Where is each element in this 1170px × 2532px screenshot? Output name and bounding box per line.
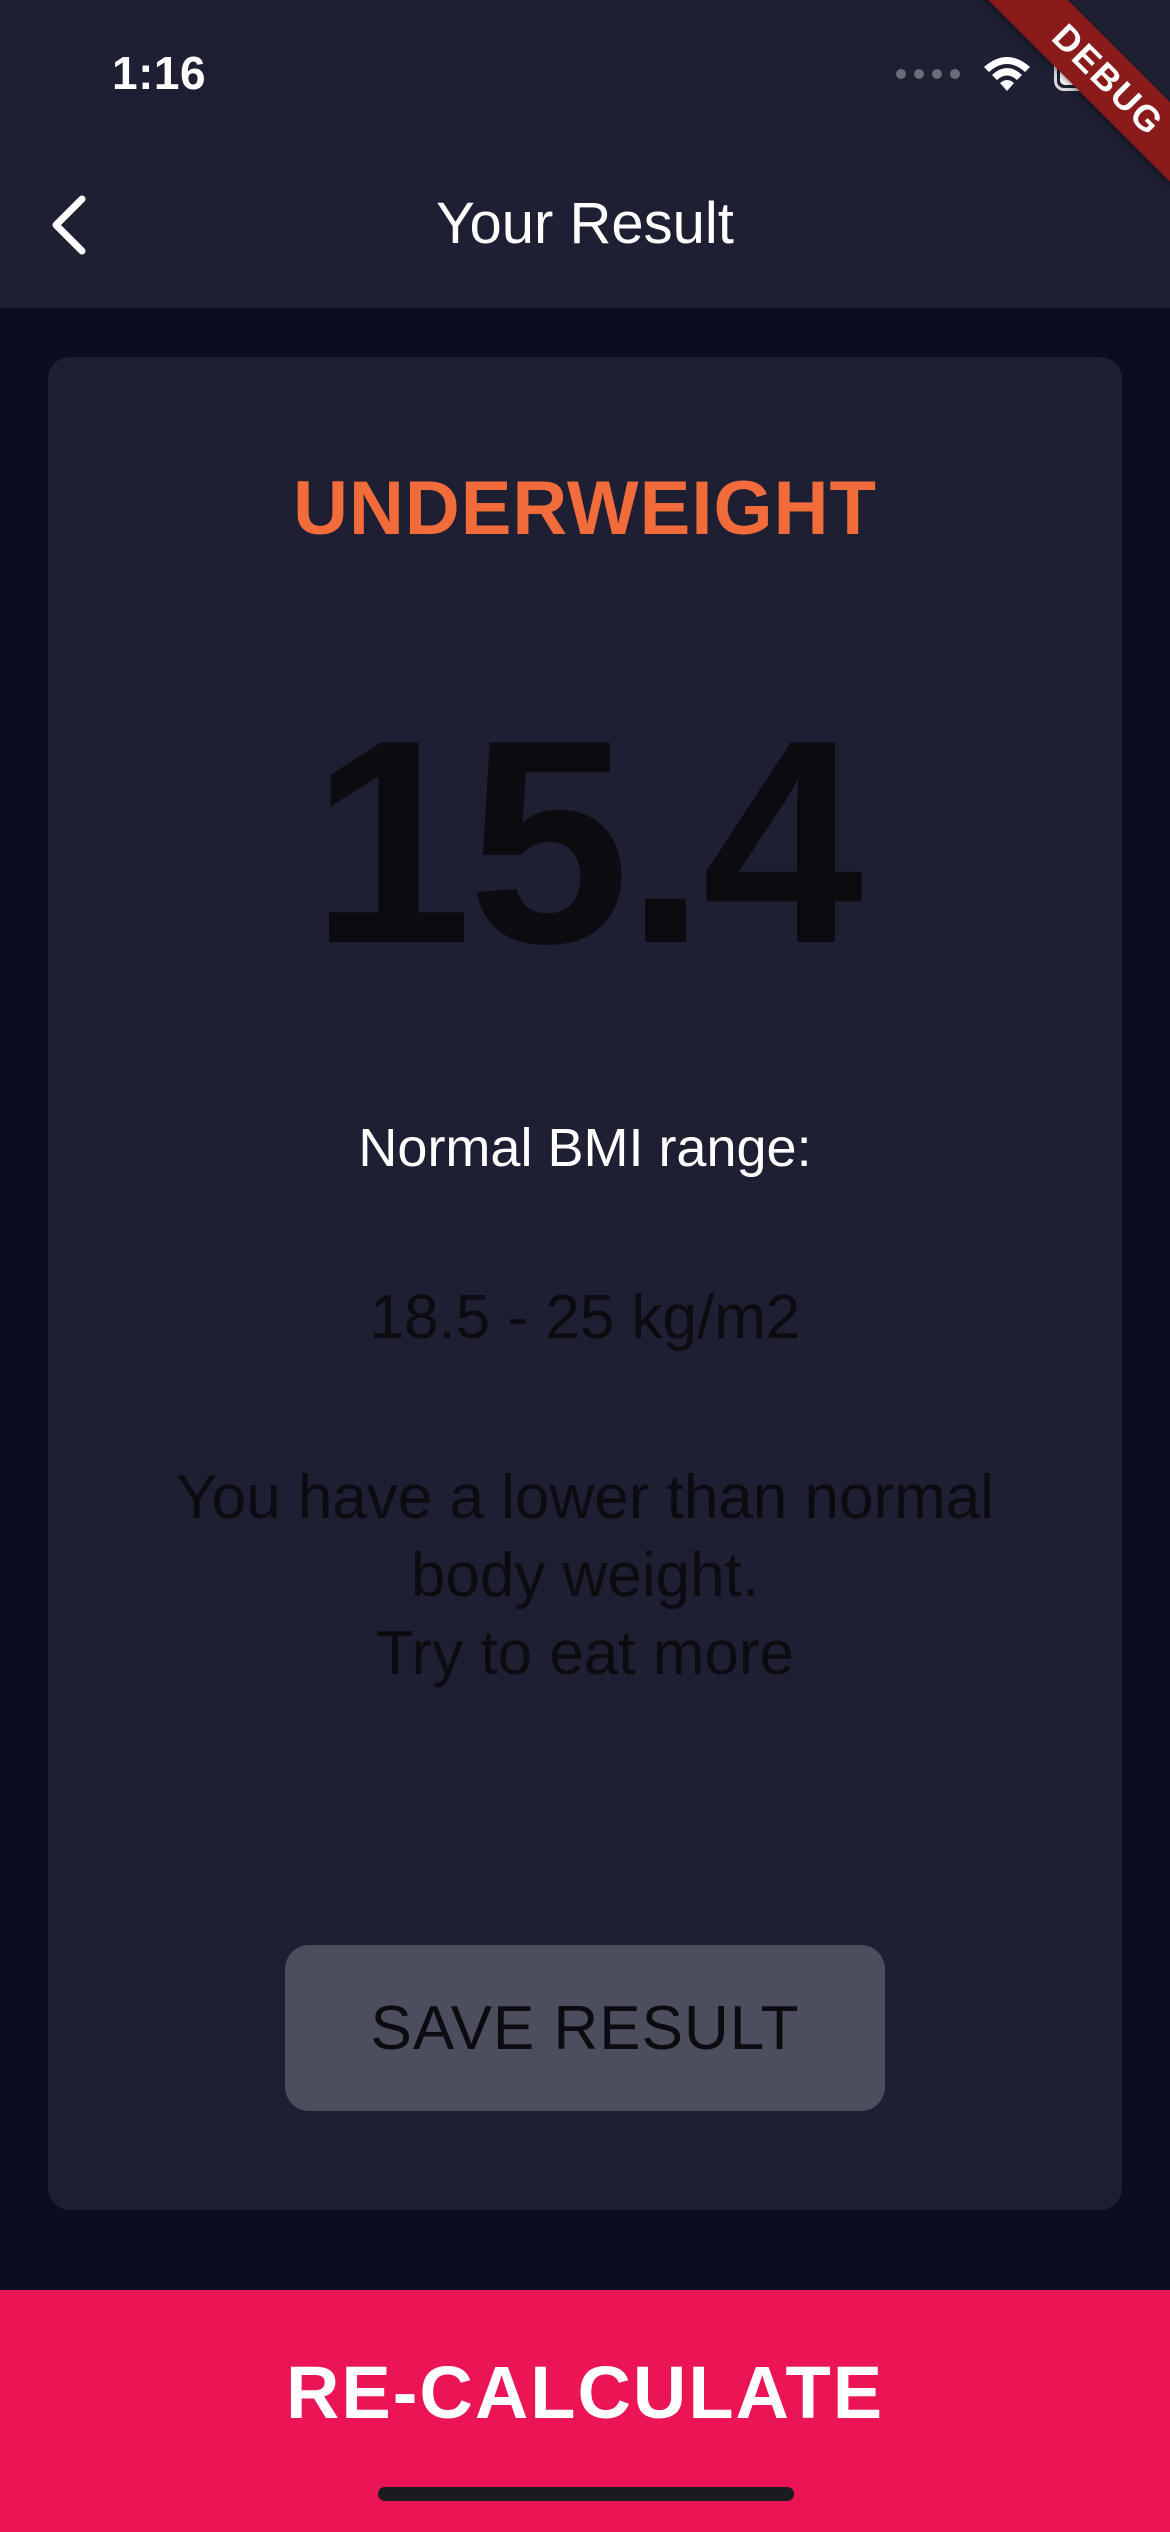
normal-range-value: 18.5 - 25 kg/m2 xyxy=(369,1283,801,1352)
home-indicator[interactable] xyxy=(378,2487,794,2501)
recalculate-label: RE-CALCULATE xyxy=(285,2351,885,2434)
normal-range-label: Normal BMI range: xyxy=(358,1118,812,1178)
app-header: 1:16 DEBUG Your Result xyxy=(0,0,1170,308)
advice-text: You have a lower than normal body weight… xyxy=(175,1463,995,1688)
result-card: UNDERWEIGHT 15.4 Normal BMI range: 18.5 … xyxy=(48,357,1122,2210)
page-title: Your Result xyxy=(436,191,734,256)
result-screen: 1:16 DEBUG Your Result UNDERWEIGHT 15.4 xyxy=(0,0,1170,2532)
bmi-value: 15.4 xyxy=(310,680,863,1004)
status-time: 1:16 xyxy=(112,47,207,99)
save-result-button[interactable]: SAVE RESULT xyxy=(285,1945,885,2111)
bmi-category-label: UNDERWEIGHT xyxy=(293,466,877,551)
signal-icon xyxy=(896,69,960,79)
wifi-icon xyxy=(984,57,1030,91)
